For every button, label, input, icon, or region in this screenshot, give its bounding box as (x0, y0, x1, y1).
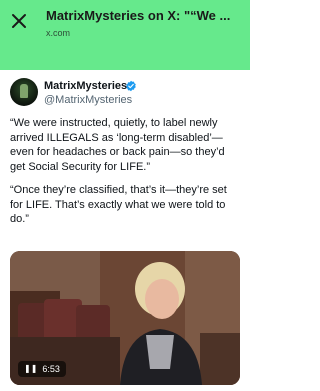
video-duration: 6:53 (42, 364, 60, 374)
tweet-author[interactable]: MatrixMysteries @MatrixMysteries (10, 78, 240, 108)
avatar[interactable] (10, 78, 38, 106)
author-handle[interactable]: @MatrixMysteries (44, 94, 132, 106)
tweet-paragraph: “We were instructed, quietly, to label n… (10, 117, 225, 173)
video-player[interactable]: ❚❚ 6:53 (10, 251, 240, 385)
verified-badge-icon (126, 80, 136, 92)
pause-icon[interactable]: ❚❚ (24, 361, 37, 377)
close-icon[interactable] (10, 12, 28, 30)
tweet-paragraph: “Once they’re classified, that’s it—they… (10, 184, 227, 225)
browser-header: MatrixMysteries on X: "“We ... x.com (0, 0, 250, 70)
page-title: MatrixMysteries on X: "“We ... (46, 8, 231, 23)
page-url: x.com (46, 28, 71, 38)
author-display-name[interactable]: MatrixMysteries (44, 80, 127, 92)
video-duration-badge[interactable]: ❚❚ 6:53 (18, 361, 66, 377)
tweet-body: “We were instructed, quietly, to label n… (10, 116, 242, 236)
avatar-figure-icon (20, 84, 28, 98)
